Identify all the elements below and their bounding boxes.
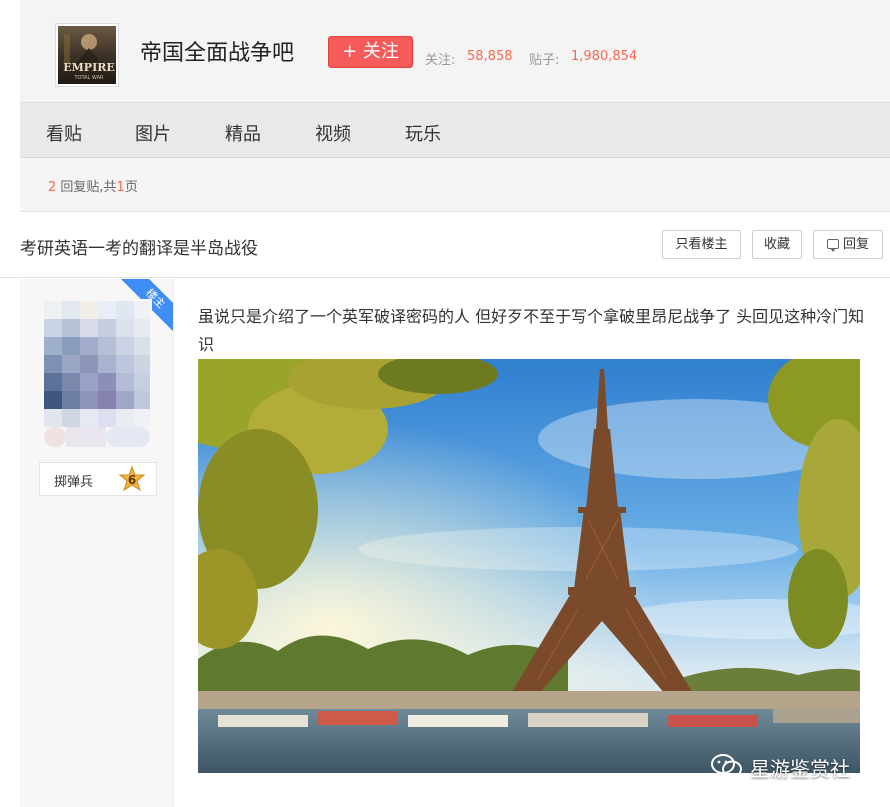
watermark: 星游鉴赏社 [710,752,744,782]
wechat-icon [710,752,744,780]
post-image[interactable] [198,359,860,773]
avatar[interactable] [40,299,152,449]
avatar-image [40,299,152,449]
page-count: 1 [117,180,125,195]
followers-count: 58,858 [467,49,513,64]
posts-label: 贴子: [529,49,559,68]
forum-logo-image: EMPIRE TOTAL WAR [58,26,118,86]
svg-text:TOTAL WAR: TOTAL WAR [73,75,104,81]
forum-info-bar: EMPIRE TOTAL WAR 帝国全面战争吧 + 关注 关注: 58,858… [20,0,890,102]
reply-button-label: 回复 [843,237,869,252]
forum-name[interactable]: 帝国全面战争吧 [140,40,294,68]
posts-count: 1,980,854 [571,49,637,64]
reply-icon [827,239,839,249]
favorite-button[interactable]: 收藏 [752,230,802,259]
pager-info: 2 回复贴,共1页 [48,176,138,195]
svg-text:EMPIRE: EMPIRE [63,61,115,74]
author-name[interactable]: 掷弹兵 [54,471,93,490]
post-content: 虽说只是介绍了一个英军破译密码的人 但好歹不至于写个拿破里昂尼战争了 头回见这种… [198,303,878,359]
page-count-text: 页 [125,180,138,195]
follow-button[interactable]: + 关注 [328,36,413,68]
nav-tab-videos[interactable]: 视频 [315,120,351,146]
forum-nav: 看贴 图片 精品 视频 玩乐 [20,102,890,158]
followers-label: 关注: [425,49,455,68]
reply-button[interactable]: 回复 [813,230,883,259]
thread-title-bar: 考研英语一考的翻译是半岛战役 只看楼主 收藏 回复 [0,212,890,278]
author-badge: 掷弹兵 6 [39,462,157,496]
only-op-button[interactable]: 只看楼主 [662,230,741,259]
author-level: 6 [118,466,146,494]
nav-tab-games[interactable]: 玩乐 [405,120,441,146]
nav-tab-posts[interactable]: 看贴 [46,120,82,146]
nav-tab-featured[interactable]: 精品 [225,120,261,146]
eiffel-tower-photo [198,359,860,773]
forum-header: EMPIRE TOTAL WAR 帝国全面战争吧 + 关注 关注: 58,858… [20,0,890,212]
thread-title: 考研英语一考的翻译是半岛战役 [20,234,258,259]
nav-tab-images[interactable]: 图片 [135,120,171,146]
author-column: 楼主 [20,279,174,807]
forum-logo[interactable]: EMPIRE TOTAL WAR [56,24,118,86]
watermark-text: 星游鉴赏社 [750,753,850,782]
reply-count-text: 回复贴,共 [56,180,116,195]
